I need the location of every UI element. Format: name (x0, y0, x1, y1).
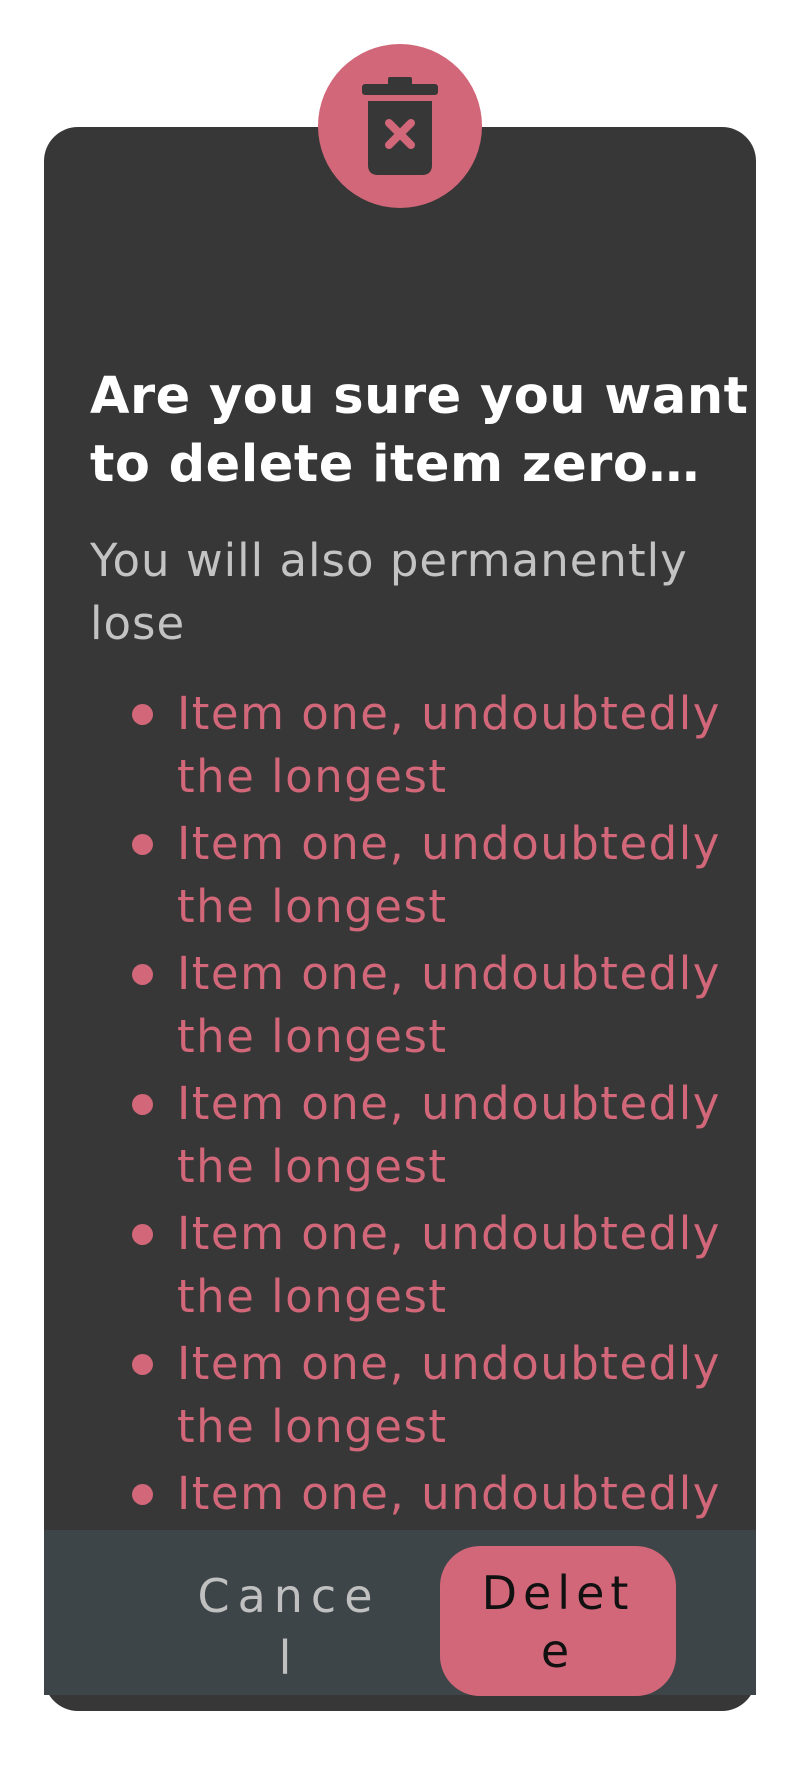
bullet-icon (132, 1354, 153, 1375)
bullet-icon (132, 704, 153, 725)
list-item-label: Item one, undoubtedly the longest (177, 817, 721, 933)
trash-x-icon-badge (318, 44, 482, 208)
list-item: Item one, undoubtedly the longest (90, 942, 756, 1068)
bullet-icon (132, 1094, 153, 1115)
list-item-label: Item one, undoubtedly the longest (177, 1207, 721, 1323)
list-item-label: Item one, undoubtedly the longest (177, 1077, 721, 1193)
bullet-icon (132, 1484, 153, 1505)
list-item-label: Item one, undoubtedly the longest (177, 947, 721, 1063)
affected-items-list: Item one, undoubtedly the longest Item o… (90, 682, 756, 1592)
dialog-subtitle: You will also permanently lose (90, 534, 688, 650)
cancel-button[interactable]: Cancel (194, 1565, 384, 1689)
dialog-title: Are you sure you want to delete item zer… (90, 367, 749, 494)
list-item: Item one, undoubtedly the longest (90, 1332, 756, 1458)
list-item: Item one, undoubtedly the longest (90, 1202, 756, 1328)
bullet-icon (132, 1224, 153, 1245)
bullet-icon (132, 964, 153, 985)
list-item: Item one, undoubtedly the longest (90, 682, 756, 808)
list-item-label: Item one, undoubtedly the longest (177, 1337, 721, 1453)
list-item: Item one, undoubtedly the longest (90, 812, 756, 938)
delete-confirmation-dialog: Are you sure you want to delete item zer… (44, 127, 756, 1711)
bullet-icon (132, 834, 153, 855)
list-item-label: Item one, undoubtedly the longest (177, 687, 721, 803)
delete-button[interactable]: Delete (440, 1546, 676, 1696)
trash-x-icon (362, 77, 438, 175)
dialog-footer: Cancel Delete (44, 1530, 756, 1696)
list-item: Item one, undoubtedly the longest (90, 1072, 756, 1198)
